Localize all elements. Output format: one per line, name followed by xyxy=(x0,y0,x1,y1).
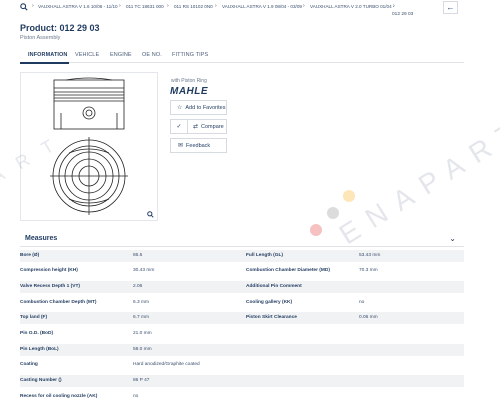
breadcrumb-separator: › xyxy=(393,3,395,9)
measure-value: 6.7 mm xyxy=(133,315,149,320)
watermark-dot-gray xyxy=(327,207,339,219)
table-row: Top land (F) 6.7 mm Piston Skirt Clearan… xyxy=(20,312,464,324)
measure-label: Bore (Ø) xyxy=(20,253,40,258)
tab-information[interactable]: INFORMATION xyxy=(28,52,68,58)
breadcrumb-item[interactable]: VAUXHALL ASTRA V 1.9 08/04 - 03/09 xyxy=(222,4,302,9)
measure-value: 58.0 mm xyxy=(133,347,152,352)
measure-label: Pin Length (BoL) xyxy=(20,347,59,352)
measure-value: Hard anodized/Graphite coated xyxy=(133,362,200,367)
table-row: Pin Length (BoL) 58.0 mm xyxy=(20,344,464,356)
measure-label: Combustion Chamber Depth (MT) xyxy=(20,300,97,305)
tab-active-indicator xyxy=(20,62,69,64)
feedback-button[interactable]: ✉ Feedback xyxy=(170,138,227,153)
measure-label: Recess for oil cooling nozzle (AK) xyxy=(20,394,98,399)
measures-header[interactable]: Measures ⌄ xyxy=(20,232,464,247)
table-row: Combustion Chamber Depth (MT) 6.3 mm Coo… xyxy=(20,297,464,309)
measure-label: Combustion Chamber Diameter (MD) xyxy=(246,268,330,273)
zoom-icon[interactable] xyxy=(147,211,154,218)
search-icon[interactable] xyxy=(20,3,28,11)
measure-value: 21.0 mm xyxy=(133,331,152,336)
envelope-icon: ✉ xyxy=(178,143,184,149)
watermark-right: ENAPART xyxy=(333,110,500,251)
tab-oe-no[interactable]: OE NO. xyxy=(142,52,162,58)
page-title: Product: 012 29 03 xyxy=(20,23,100,33)
measure-value: 86 P 47 xyxy=(133,378,150,383)
compare-icon: ⇄ xyxy=(193,124,199,130)
back-arrow-icon: ← xyxy=(446,3,455,12)
chevron-down-icon[interactable]: ⌄ xyxy=(449,234,456,243)
measure-label: Full Length (GL) xyxy=(246,253,284,258)
measure-value: no xyxy=(133,394,139,399)
measure-label: Piston Skirt Clearance xyxy=(246,315,297,320)
add-to-favorites-label: Add to Favorites xyxy=(185,104,226,111)
measure-label: Cooling gallery (KK) xyxy=(246,300,293,305)
breadcrumb-item[interactable]: VAUXHALL ASTRA V 1.6 10/06 - 11/10 xyxy=(38,4,118,9)
tab-engine[interactable]: ENGINE xyxy=(110,52,132,58)
measure-value: no xyxy=(359,300,365,305)
breadcrumb-separator: › xyxy=(215,3,217,9)
add-to-favorites-button[interactable]: ☆ Add to Favorites xyxy=(170,100,227,115)
breadcrumb-separator: › xyxy=(119,3,121,9)
measure-value: 53.43 mm xyxy=(359,253,381,258)
breadcrumb-separator: › xyxy=(32,3,34,9)
table-row: Coating Hard anodized/Graphite coated xyxy=(20,359,464,371)
back-button[interactable]: ← xyxy=(443,1,458,14)
breadcrumb-item[interactable]: 011 TC 18631 000 xyxy=(126,4,164,9)
measure-label: Casting Number () xyxy=(20,378,62,383)
measure-label: Compression height (KH) xyxy=(20,268,78,273)
measure-value: 6.3 mm xyxy=(133,300,149,305)
tab-fitting-tips[interactable]: FITTING TIPS xyxy=(172,52,208,58)
measure-label: Valve Recess Depth 1 (VT) xyxy=(20,284,80,289)
feedback-label: Feedback xyxy=(186,142,211,149)
compare-button[interactable]: ✓ ⇄ Compare xyxy=(170,119,227,134)
breadcrumb: › VAUXHALL ASTRA V 1.6 10/06 - 11/10 › 0… xyxy=(0,0,500,22)
table-row: Bore (Ø) 86.5 Full Length (GL) 53.43 mm xyxy=(20,250,464,262)
measure-label: Additional Pin Comment xyxy=(246,284,302,289)
compare-label: Compare xyxy=(201,123,224,130)
breadcrumb-separator: › xyxy=(303,3,305,9)
measure-value: 30.43 mm xyxy=(133,268,155,273)
tab-bar: INFORMATION VEHICLE ENGINE OE NO. FITTIN… xyxy=(20,48,464,63)
breadcrumb-separator: › xyxy=(167,3,169,9)
measure-value: 70.3 mm xyxy=(359,268,378,273)
tab-vehicle[interactable]: VEHICLE xyxy=(75,52,99,58)
checkbox-icon[interactable]: ✓ xyxy=(171,120,188,133)
star-icon: ☆ xyxy=(177,105,183,111)
table-row: Compression height (KH) 30.43 mm Combust… xyxy=(20,265,464,277)
watermark-dot-yellow xyxy=(343,190,355,202)
measure-label: Pin O.D. (BoD) xyxy=(20,331,54,336)
breadcrumb-item[interactable]: VAUXHALL ASTRA V 2.0 TURBO 01/04 - xyxy=(310,4,394,9)
table-row: Recess for oil cooling nozzle (AK) no xyxy=(20,391,464,403)
measure-value: 2.06 xyxy=(133,284,143,289)
breadcrumb-current: 012 29 03 xyxy=(392,12,414,17)
table-row: Pin O.D. (BoD) 21.0 mm xyxy=(20,328,464,340)
measures-title: Measures xyxy=(25,235,58,242)
table-row: Casting Number () 86 P 47 xyxy=(20,375,464,387)
page-subtitle: Piston Assembly xyxy=(20,35,61,41)
measure-value: 86.5 xyxy=(133,253,143,258)
measure-label: Top land (F) xyxy=(20,315,48,320)
measure-label: Coating xyxy=(20,362,38,367)
piston-ring-label: with Piston Ring xyxy=(171,78,207,84)
brand-logo: MAHLE xyxy=(170,86,209,97)
table-row: Valve Recess Depth 1 (VT) 2.06 Additiona… xyxy=(20,281,464,293)
breadcrumb-item[interactable]: 011 RS 10102 0N0 xyxy=(174,4,213,9)
measure-value: 0.06 mm xyxy=(359,315,378,320)
